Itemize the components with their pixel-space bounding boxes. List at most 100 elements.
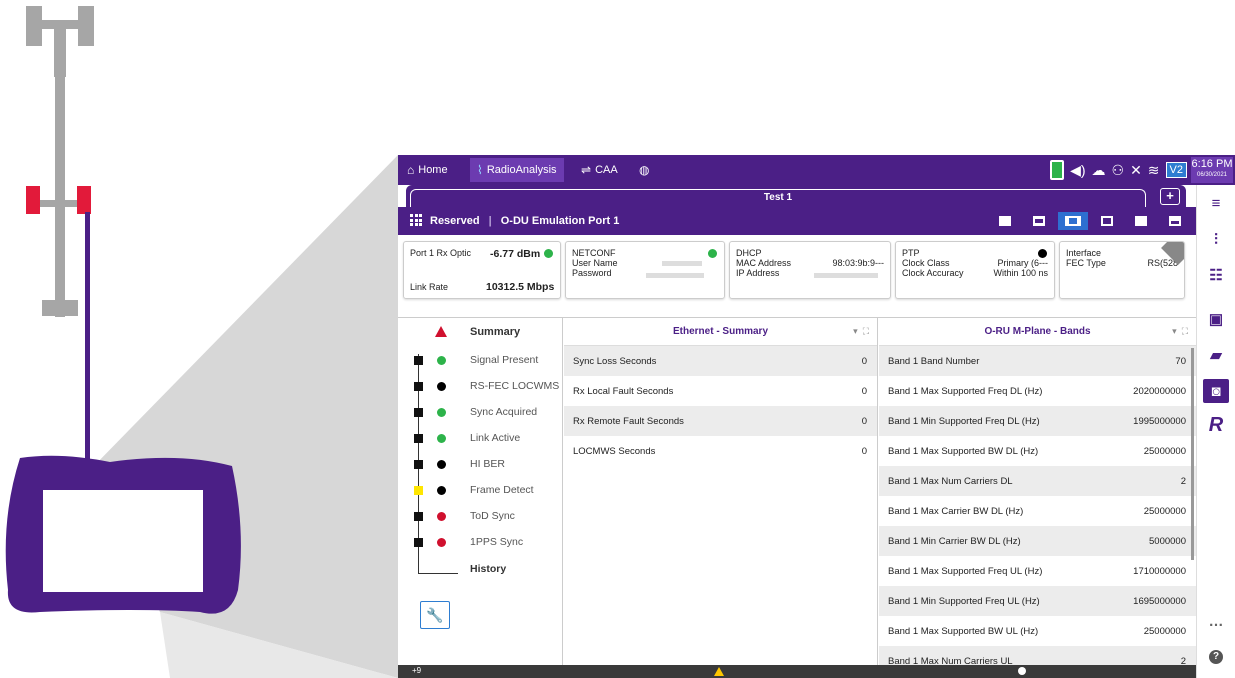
- oru-rows: Band 1 Band Number 70 Band 1 Max Supported…: [879, 346, 1196, 676]
- clock-class-label: Clock Class: [902, 258, 950, 268]
- mac-label: MAC Address: [736, 258, 792, 268]
- card-dhcp[interactable]: DHCP MAC Address 98:03:9b:9--- IP Addres…: [729, 241, 891, 299]
- summary-panel: Summary Signal Present RS-FEC LOCWMS Sync …: [398, 318, 563, 666]
- summary-item[interactable]: ToD Sync: [398, 504, 563, 530]
- table-row[interactable]: Band 1 Band Number 70: [879, 346, 1196, 376]
- dhcp-title: DHCP: [736, 248, 762, 258]
- menu-icon[interactable]: ≡: [1203, 191, 1229, 215]
- red-clip-left: [26, 186, 40, 214]
- table-row[interactable]: Band 1 Max Supported BW UL (Hz) 25000000: [879, 616, 1196, 646]
- card-netconf[interactable]: NETCONF User Name Password: [565, 241, 725, 299]
- table-row[interactable]: Band 1 Max Carrier BW DL (Hz) 25000000: [879, 496, 1196, 526]
- interface-title: Interface: [1066, 248, 1102, 258]
- summary-item[interactable]: Sync Acquired: [398, 400, 563, 426]
- row-label: Rx Local Fault Seconds: [573, 385, 674, 397]
- table-row[interactable]: LOCMWS Seconds 0: [564, 436, 877, 466]
- tab-caa[interactable]: ⇌ CAA: [574, 158, 625, 182]
- history-square-icon: [414, 408, 423, 417]
- table-row[interactable]: Band 1 Max Num Carriers DL 2: [879, 466, 1196, 496]
- summary-item-label: Sync Acquired: [470, 406, 538, 418]
- clock-accuracy-value: Within 100 ns: [993, 268, 1048, 278]
- panel-controls[interactable]: ▾ ⛶: [1172, 326, 1188, 337]
- row-label: LOCMWS Seconds: [573, 445, 656, 457]
- apps-grid-icon[interactable]: [410, 214, 422, 226]
- location-icon[interactable]: [1018, 667, 1026, 675]
- add-test-button[interactable]: +: [1160, 188, 1180, 205]
- card-interface[interactable]: Interface FEC Type RS(528: [1059, 241, 1185, 299]
- help-icon[interactable]: ?: [1203, 645, 1229, 669]
- layout-rows-icon[interactable]: [1024, 212, 1054, 230]
- open-folder-icon[interactable]: ▰: [1203, 343, 1229, 367]
- summary-title: Summary: [470, 326, 521, 338]
- summary-item[interactable]: 1PPS Sync: [398, 530, 563, 556]
- table-row[interactable]: Band 1 Max Supported BW DL (Hz) 25000000: [879, 436, 1196, 466]
- messages-count[interactable]: +9: [412, 666, 421, 675]
- table-row[interactable]: Band 1 Max Supported Freq UL (Hz) 1710000…: [879, 556, 1196, 586]
- summary-item[interactable]: RS-FEC LOCWMS: [398, 374, 563, 400]
- clock: 6:16 PM 06/30/2021: [1191, 157, 1233, 183]
- tab-radioanalysis-label: RadioAnalysis: [486, 164, 557, 176]
- table-row[interactable]: Rx Local Fault Seconds 0: [564, 376, 877, 406]
- table-row[interactable]: Rx Remote Fault Seconds 0: [564, 406, 877, 436]
- summary-item-label: ToD Sync: [470, 510, 515, 522]
- report-r-icon[interactable]: R: [1203, 413, 1229, 437]
- history-link[interactable]: History: [470, 563, 506, 575]
- top-bar: ⌂ Home ⌇ RadioAnalysis ⇌ CAA ◍ ◀) ☁ ⚇ ✕ …: [398, 155, 1235, 185]
- row-value: 2020000000: [1133, 385, 1186, 397]
- table-row[interactable]: Band 1 Min Carrier BW DL (Hz) 5000000: [879, 526, 1196, 556]
- row-value: 1710000000: [1133, 565, 1186, 577]
- row-label: Band 1 Max Num Carriers DL: [888, 475, 1013, 487]
- panel-controls[interactable]: ▾ ⛶: [853, 326, 869, 337]
- tree-line-end: [418, 573, 458, 574]
- list-view-icon[interactable]: ☷: [1203, 263, 1229, 287]
- rx-status-dot: [544, 249, 553, 258]
- pulse-icon: ⌇: [477, 163, 483, 177]
- caa-icon: ⇌: [581, 163, 592, 177]
- summary-item[interactable]: Link Active: [398, 426, 563, 452]
- table-row[interactable]: Sync Loss Seconds 0: [564, 346, 877, 376]
- status-dot: [437, 512, 446, 521]
- summary-item[interactable]: Frame Detect: [398, 478, 563, 504]
- tab-test-1[interactable]: Test 1: [410, 189, 1146, 207]
- tab-radioanalysis[interactable]: ⌇ RadioAnalysis: [470, 158, 564, 182]
- cable: [85, 212, 90, 470]
- layout-split-icon[interactable]: [1126, 212, 1156, 230]
- layout-single-icon[interactable]: [990, 212, 1020, 230]
- speaker-icon[interactable]: ◀): [1070, 162, 1085, 179]
- save-icon[interactable]: ▣: [1203, 307, 1229, 331]
- v2-badge: V2: [1165, 162, 1187, 178]
- summary-item-label: Frame Detect: [470, 484, 534, 496]
- summary-item[interactable]: HI BER: [398, 452, 563, 478]
- tab-home-label: Home: [418, 164, 448, 176]
- card-port-optic[interactable]: Port 1 Rx Optic -6.77 dBm Link Rate 1031…: [403, 241, 561, 299]
- settings-sliders-icon[interactable]: ⫶: [1203, 227, 1229, 251]
- table-row[interactable]: Band 1 Min Supported Freq DL (Hz) 1995000…: [879, 406, 1196, 436]
- more-icon[interactable]: …: [1203, 609, 1229, 633]
- globe-button[interactable]: ◍: [632, 158, 656, 182]
- clock-time: 6:16 PM: [1191, 158, 1233, 170]
- cloud-icon: ☁: [1091, 161, 1106, 178]
- layout-top-split-icon[interactable]: [1160, 212, 1190, 230]
- mac-row: MAC Address 98:03:9b:9---: [736, 258, 884, 268]
- warning-icon: [435, 326, 447, 337]
- ptp-status-dot: [1038, 249, 1047, 258]
- layout-grid-icon[interactable]: [1092, 212, 1122, 230]
- screenshot-icon[interactable]: ◙: [1203, 379, 1229, 403]
- layout-three-col-icon[interactable]: [1058, 212, 1088, 230]
- wrench-icon: 🔧: [426, 606, 444, 623]
- summary-header: Summary: [398, 318, 563, 346]
- card-ptp[interactable]: PTP Clock Class Primary (6--- Clock Accu…: [895, 241, 1055, 299]
- table-row[interactable]: Band 1 Max Supported Freq DL (Hz) 2020000…: [879, 376, 1196, 406]
- sub-title: Reserved | O-DU Emulation Port 1: [430, 215, 619, 227]
- tab-home[interactable]: ⌂ Home: [400, 158, 455, 182]
- link-rate-value: 10312.5 Mbps: [486, 281, 555, 293]
- scrollbar[interactable]: [1191, 348, 1194, 560]
- row-value: 0: [861, 355, 867, 367]
- rx-optic-value: -6.77 dBm: [490, 248, 541, 260]
- right-toolbar: ≡ ⫶ ☷ ▣ ▰ ◙ R … ?: [1196, 185, 1235, 678]
- table-row[interactable]: Band 1 Min Supported Freq UL (Hz) 1695000…: [879, 586, 1196, 616]
- alert-icon[interactable]: [714, 667, 724, 676]
- summary-item[interactable]: Signal Present: [398, 348, 563, 374]
- wrench-button[interactable]: 🔧: [420, 601, 450, 629]
- status-icons: ◀) ☁ ⚇ ✕ ≋ V2: [1050, 159, 1187, 181]
